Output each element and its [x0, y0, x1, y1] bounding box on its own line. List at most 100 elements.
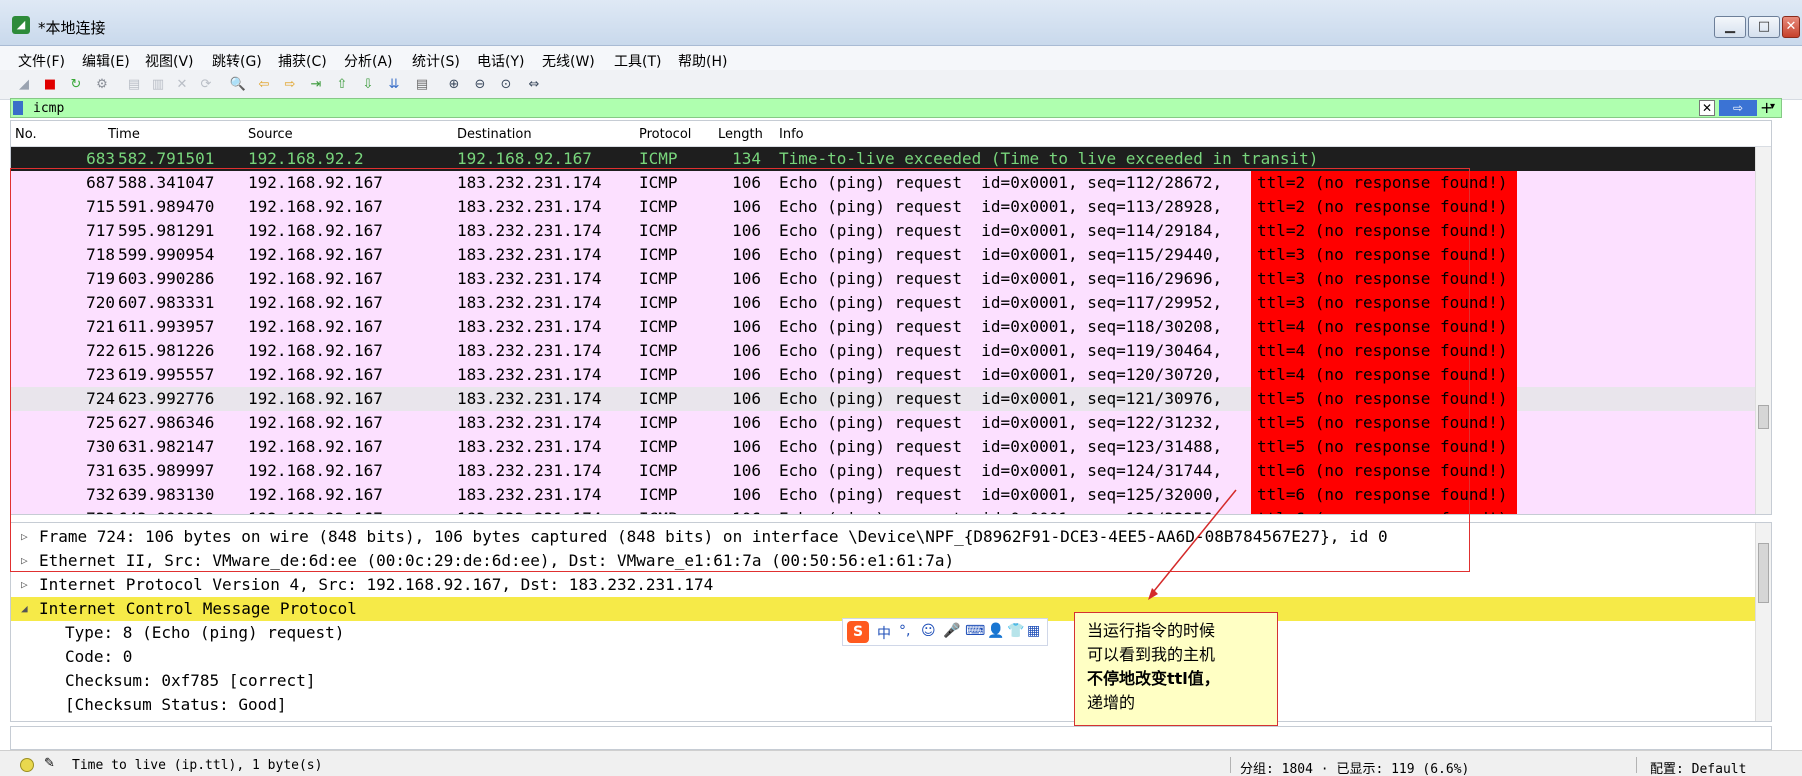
restart-capture-icon[interactable]: ↻ [66, 75, 86, 95]
detail-row[interactable]: Identifier (BE): 1 (0x0001) [11, 717, 1757, 721]
display-filter-bar[interactable]: icmp ✕ ⇨ ▾ [10, 98, 1782, 118]
col-time[interactable]: Time [108, 127, 140, 142]
packet-list-scrollbar[interactable] [1755, 147, 1771, 514]
packet-source: 192.168.92.2 [248, 149, 364, 168]
menu-view[interactable]: 视图(V) [145, 51, 194, 71]
expert-info-icon[interactable] [20, 758, 34, 772]
ime-voice-icon[interactable]: 🎤 [943, 623, 960, 639]
go-back-icon[interactable]: ⇦ [254, 75, 274, 95]
packet-row[interactable]: 730 631.982147 192.168.92.167 183.232.231.1… [11, 435, 1757, 459]
col-source[interactable]: Source [248, 127, 293, 142]
menu-capture[interactable]: 捕获(C) [278, 51, 327, 71]
apply-filter-button[interactable]: ⇨ [1719, 100, 1757, 116]
packet-row[interactable]: 733643.990989 192.168.92.167 183.232.231.1… [11, 507, 1757, 514]
menu-statistics[interactable]: 统计(S) [412, 51, 460, 71]
scrollbar-thumb[interactable] [1758, 543, 1769, 603]
shark-fin-icon[interactable]: ◢ [14, 75, 34, 95]
menu-edit[interactable]: 编辑(E) [82, 51, 130, 71]
detail-row[interactable]: ▷ Frame 724: 106 bytes on wire (848 bits)… [11, 525, 1757, 549]
ime-chinese-mode-icon[interactable]: 中 [877, 623, 891, 643]
reload-icon[interactable]: ⟳ [196, 75, 216, 95]
ime-keyboard-icon[interactable]: ⌨ [965, 623, 985, 639]
packet-bytes-pane[interactable] [10, 726, 1772, 750]
packet-time: 643.990989 [118, 507, 214, 514]
detail-row[interactable]: ▷ Ethernet II, Src: VMware_de:6d:ee (00:0… [11, 549, 1757, 573]
packet-row[interactable]: 683 582.791501 192.168.92.2 192.168.92.167 I… [11, 147, 1757, 171]
menu-go[interactable]: 跳转(G) [212, 51, 262, 71]
detail-row[interactable]: ▷ Internet Protocol Version 4, Src: 192.1… [11, 573, 1757, 597]
minimize-button[interactable]: ▁ [1714, 16, 1746, 38]
open-file-icon[interactable]: ▤ [124, 75, 144, 95]
scrollbar-thumb[interactable] [1758, 405, 1769, 429]
collapsed-arrow-icon[interactable]: ▷ [21, 525, 28, 549]
packet-list[interactable]: No. Time Source Destination Protocol Len… [10, 120, 1772, 515]
stop-capture-icon[interactable]: ■ [40, 75, 60, 95]
go-to-packet-icon[interactable]: ⇥ [306, 75, 326, 95]
collapsed-arrow-icon[interactable]: ▷ [21, 549, 28, 573]
packet-row[interactable]: 722 615.981226 192.168.92.167 183.232.231.1… [11, 339, 1757, 363]
col-protocol[interactable]: Protocol [639, 127, 691, 142]
ime-user-icon[interactable]: 👤 [987, 623, 1004, 639]
menu-telephony[interactable]: 电话(Y) [477, 51, 524, 71]
col-length[interactable]: Length [718, 127, 763, 142]
detail-row[interactable]: Code: 0 [11, 645, 1757, 669]
packet-row[interactable]: 721 611.993957 192.168.92.167 183.232.231.1… [11, 315, 1757, 339]
close-button[interactable]: ✕ [1782, 16, 1800, 38]
menu-analyze[interactable]: 分析(A) [344, 51, 393, 71]
zoom-normal-icon[interactable]: ⊙ [496, 75, 516, 95]
packet-ttl-info: ttl=3 (no response found!) [1251, 243, 1517, 267]
packet-row[interactable]: 720 607.983331 192.168.92.167 183.232.231.1… [11, 291, 1757, 315]
detail-row[interactable]: Checksum: 0xf785 [correct] [11, 669, 1757, 693]
capture-options-icon[interactable]: ⚙ [92, 75, 112, 95]
packet-row[interactable]: 687 588.341047 192.168.92.167 183.232.231.1… [11, 171, 1757, 195]
packet-row[interactable]: 731 635.989997 192.168.92.167 183.232.231.1… [11, 459, 1757, 483]
go-last-icon[interactable]: ⇩ [358, 75, 378, 95]
save-file-icon[interactable]: ▥ [148, 75, 168, 95]
menu-help[interactable]: 帮助(H) [678, 51, 727, 71]
annotation-note: 当运行指令的时候 可以看到我的主机 不停地改变ttl值， 递增的 [1074, 612, 1278, 726]
details-scrollbar[interactable] [1755, 523, 1771, 721]
clear-filter-icon[interactable]: ✕ [1699, 100, 1715, 116]
packet-row[interactable]: 725 627.986346 192.168.92.167 183.232.231.1… [11, 411, 1757, 435]
packet-row[interactable]: 723 619.995557 192.168.92.167 183.232.231.1… [11, 363, 1757, 387]
sogou-logo-icon[interactable]: S [847, 621, 869, 643]
packet-row[interactable]: 717 595.981291 192.168.92.167 183.232.231.1… [11, 219, 1757, 243]
go-first-icon[interactable]: ⇧ [332, 75, 352, 95]
ime-punctuation-icon[interactable]: °, [899, 623, 910, 639]
close-file-icon[interactable]: ✕ [172, 75, 192, 95]
go-forward-icon[interactable]: ⇨ [280, 75, 300, 95]
ime-toolbox-icon[interactable]: ▦ [1027, 623, 1040, 639]
bookmark-icon[interactable] [13, 101, 23, 115]
maximize-button[interactable]: □ [1748, 16, 1780, 38]
ime-emoji-icon[interactable]: ☺ [921, 623, 936, 639]
zoom-in-icon[interactable]: ⊕ [444, 75, 464, 95]
packet-row[interactable]: 718 599.990954 192.168.92.167 183.232.231.1… [11, 243, 1757, 267]
packet-info: Echo (ping) request id=0x0001, seq=119/3… [779, 341, 1223, 360]
ime-skin-icon[interactable]: 👕 [1007, 623, 1024, 639]
packet-time: 635.989997 [118, 461, 215, 480]
find-packet-icon[interactable]: 🔍 [228, 75, 248, 95]
packet-row[interactable]: 724 623.992776 192.168.92.167 183.232.231.1… [11, 387, 1757, 411]
menu-file[interactable]: 文件(F) [18, 51, 65, 71]
colorize-icon[interactable]: ▤ [412, 75, 432, 95]
resize-columns-icon[interactable]: ⇔ [524, 75, 544, 95]
auto-scroll-icon[interactable]: ⇊ [384, 75, 404, 95]
col-no[interactable]: No. [15, 127, 37, 142]
display-filter-input[interactable]: icmp [33, 101, 64, 116]
col-destination[interactable]: Destination [457, 127, 532, 142]
packet-no: 725 [86, 413, 115, 432]
add-filter-button[interactable]: + [1760, 98, 1773, 117]
edit-comment-icon[interactable]: ✎ [44, 756, 55, 771]
zoom-out-icon[interactable]: ⊖ [470, 75, 490, 95]
menu-tools[interactable]: 工具(T) [614, 51, 661, 71]
ime-toolbar[interactable]: S 中 °, ☺ 🎤 ⌨ 👤 👕 ▦ [842, 618, 1048, 646]
packet-row[interactable]: 715 591.989470 192.168.92.167 183.232.231.1… [11, 195, 1757, 219]
status-profile[interactable]: 配置: Default [1650, 758, 1746, 776]
collapsed-arrow-icon[interactable]: ▷ [21, 573, 28, 597]
packet-row[interactable]: 732 639.983130 192.168.92.167 183.232.231.1… [11, 483, 1757, 507]
expanded-arrow-icon[interactable]: ◢ [21, 597, 28, 621]
detail-row[interactable]: [Checksum Status: Good] [11, 693, 1757, 717]
packet-row[interactable]: 719 603.990286 192.168.92.167 183.232.231.1… [11, 267, 1757, 291]
col-info[interactable]: Info [779, 127, 804, 142]
menu-wireless[interactable]: 无线(W) [542, 51, 595, 71]
